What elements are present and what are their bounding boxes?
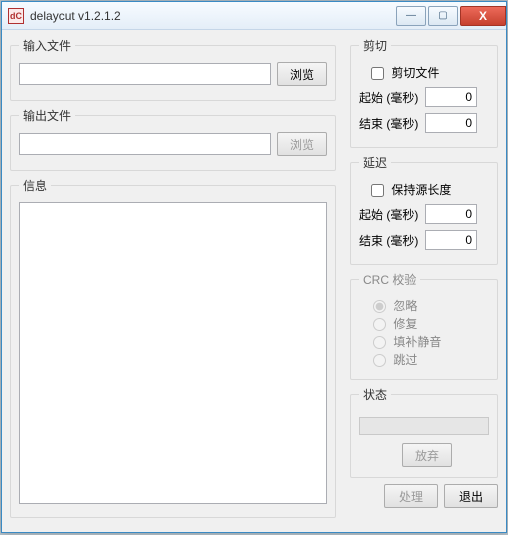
delay-end-label: 结束 (毫秒) (359, 232, 425, 249)
app-window: dC delaycut v1.2.1.2 — ▢ X 输入文件 浏览 输出文件 … (1, 1, 507, 533)
crc-silence-radio (373, 336, 386, 349)
minimize-button[interactable]: — (396, 6, 426, 26)
crc-fix-radio (373, 318, 386, 331)
delay-end-field[interactable] (425, 230, 477, 250)
abort-button: 放弃 (402, 443, 452, 467)
input-file-legend: 输入文件 (19, 37, 75, 54)
delay-checkbox-label[interactable]: 保持源长度 (371, 183, 451, 197)
app-icon: dC (8, 8, 24, 24)
cut-end-field[interactable] (425, 113, 477, 133)
info-textarea[interactable] (19, 202, 327, 504)
crc-ignore-label: 忽略 (373, 297, 489, 314)
cut-checkbox-label[interactable]: 剪切文件 (371, 66, 439, 80)
info-group: 信息 (10, 177, 336, 518)
process-button: 处理 (384, 484, 438, 508)
window-title: delaycut v1.2.1.2 (30, 9, 121, 23)
status-legend: 状态 (359, 386, 391, 403)
delay-legend: 延迟 (359, 154, 391, 171)
maximize-button[interactable]: ▢ (428, 6, 458, 26)
cut-end-label: 结束 (毫秒) (359, 115, 425, 132)
cut-start-field[interactable] (425, 87, 477, 107)
delay-group: 延迟 保持源长度 起始 (毫秒) 结束 (毫秒) (350, 154, 498, 265)
output-file-group: 输出文件 浏览 (10, 107, 336, 171)
crc-group: CRC 校验 忽略 修复 填补静音 (350, 271, 498, 380)
delay-start-field[interactable] (425, 204, 477, 224)
progress-bar (359, 417, 489, 435)
crc-legend: CRC 校验 (359, 271, 420, 288)
close-button[interactable]: X (460, 6, 506, 26)
cut-file-checkbox[interactable] (371, 67, 384, 80)
cut-start-label: 起始 (毫秒) (359, 89, 425, 106)
info-legend: 信息 (19, 177, 51, 194)
status-group: 状态 放弃 (350, 386, 498, 478)
input-browse-button[interactable]: 浏览 (277, 62, 327, 86)
crc-silence-label: 填补静音 (373, 333, 489, 350)
output-file-legend: 输出文件 (19, 107, 75, 124)
delay-start-label: 起始 (毫秒) (359, 206, 425, 223)
quit-button[interactable]: 退出 (444, 484, 498, 508)
keep-length-checkbox[interactable] (371, 184, 384, 197)
crc-ignore-radio (373, 300, 386, 313)
cut-group: 剪切 剪切文件 起始 (毫秒) 结束 (毫秒) (350, 37, 498, 148)
output-file-field[interactable] (19, 133, 271, 155)
titlebar[interactable]: dC delaycut v1.2.1.2 — ▢ X (2, 2, 506, 30)
crc-skip-label: 跳过 (373, 351, 489, 368)
output-browse-button: 浏览 (277, 132, 327, 156)
input-file-field[interactable] (19, 63, 271, 85)
crc-fix-label: 修复 (373, 315, 489, 332)
crc-skip-radio (373, 354, 386, 367)
input-file-group: 输入文件 浏览 (10, 37, 336, 101)
cut-legend: 剪切 (359, 37, 391, 54)
